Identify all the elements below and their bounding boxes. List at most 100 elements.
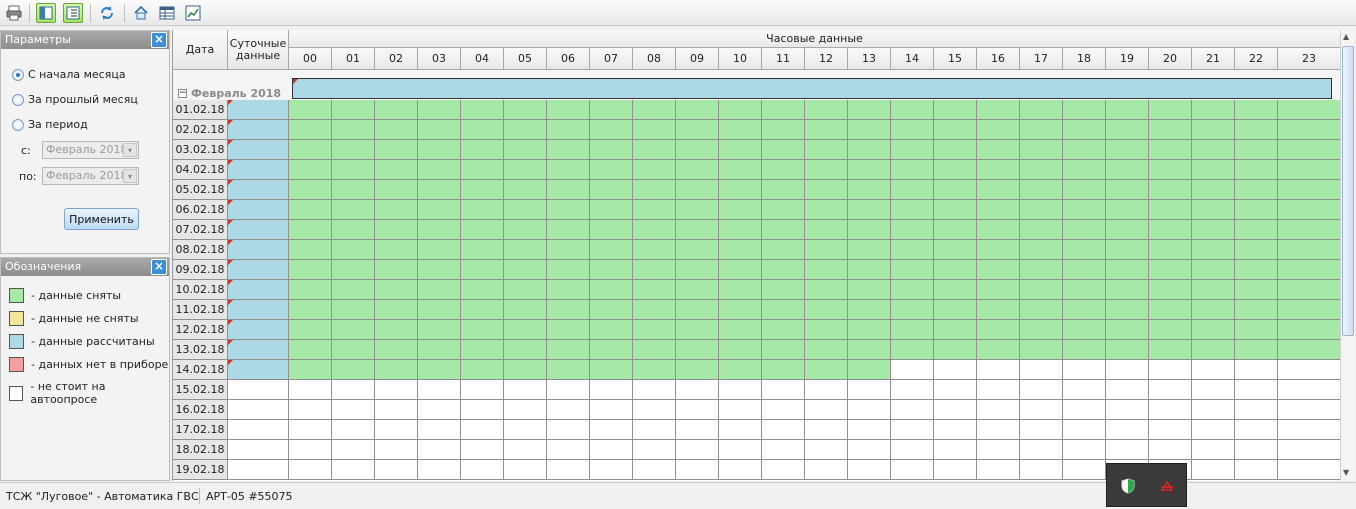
hour-cell[interactable] (461, 120, 504, 140)
radio-period[interactable]: За период (12, 118, 88, 131)
hour-cell[interactable] (977, 400, 1020, 420)
hour-cell[interactable] (719, 440, 762, 460)
hour-cell[interactable] (547, 100, 590, 120)
hour-cell[interactable] (891, 120, 934, 140)
hour-cell[interactable] (1192, 120, 1235, 140)
hour-cell[interactable] (1149, 220, 1192, 240)
hour-cell[interactable] (1278, 140, 1340, 160)
hour-cell[interactable] (934, 160, 977, 180)
hour-cell[interactable] (762, 200, 805, 220)
hour-cell[interactable] (1106, 160, 1149, 180)
hour-cell[interactable] (762, 360, 805, 380)
hour-cell[interactable] (934, 140, 977, 160)
hour-cell[interactable] (289, 120, 332, 140)
date-cell[interactable]: 12.02.18 (173, 320, 228, 340)
table-row[interactable]: 08.02.18 (173, 240, 1340, 260)
table-row[interactable]: 18.02.18 (173, 440, 1340, 460)
hour-cell[interactable] (1106, 420, 1149, 440)
hour-cell[interactable] (1020, 240, 1063, 260)
hour-cell[interactable] (1020, 220, 1063, 240)
hour-cell[interactable] (418, 300, 461, 320)
hour-cell[interactable] (461, 460, 504, 480)
hour-cell[interactable] (332, 240, 375, 260)
date-cell[interactable]: 15.02.18 (173, 380, 228, 400)
hour-cell[interactable] (1278, 200, 1340, 220)
hour-cell[interactable] (590, 360, 633, 380)
hour-cell[interactable] (1278, 100, 1340, 120)
hour-cell[interactable] (504, 380, 547, 400)
hour-cell[interactable] (762, 280, 805, 300)
hour-cell[interactable] (977, 360, 1020, 380)
hour-cell[interactable] (1278, 240, 1340, 260)
hour-cell[interactable] (1149, 340, 1192, 360)
hour-cell[interactable] (375, 260, 418, 280)
hour-cell[interactable] (676, 120, 719, 140)
hour-cell[interactable] (633, 460, 676, 480)
hour-cell[interactable] (547, 240, 590, 260)
hour-cell[interactable] (418, 320, 461, 340)
hour-cell[interactable] (934, 100, 977, 120)
hour-cell[interactable] (1278, 220, 1340, 240)
hour-cell[interactable] (934, 280, 977, 300)
hour-cell[interactable] (504, 300, 547, 320)
hour-cell[interactable] (289, 180, 332, 200)
hour-cell[interactable] (1063, 280, 1106, 300)
header-hour[interactable]: 15 (934, 48, 977, 70)
hour-cell[interactable] (1278, 380, 1340, 400)
hour-cell[interactable] (891, 440, 934, 460)
hour-cell[interactable] (633, 240, 676, 260)
hour-cell[interactable] (1192, 360, 1235, 380)
hour-cell[interactable] (547, 140, 590, 160)
hour-cell[interactable] (504, 460, 547, 480)
hour-cell[interactable] (805, 140, 848, 160)
daily-cell[interactable] (228, 380, 289, 400)
hour-cell[interactable] (547, 400, 590, 420)
hour-cell[interactable] (977, 280, 1020, 300)
hour-cell[interactable] (1063, 420, 1106, 440)
hour-cell[interactable] (1235, 180, 1278, 200)
hour-cell[interactable] (547, 160, 590, 180)
hour-cell[interactable] (848, 320, 891, 340)
hour-cell[interactable] (633, 140, 676, 160)
hour-cell[interactable] (848, 160, 891, 180)
hour-cell[interactable] (547, 420, 590, 440)
hour-cell[interactable] (934, 340, 977, 360)
hour-cell[interactable] (590, 100, 633, 120)
hour-cell[interactable] (934, 200, 977, 220)
network-icon[interactable] (1159, 478, 1175, 497)
header-hour[interactable]: 03 (418, 48, 461, 70)
hour-cell[interactable] (633, 440, 676, 460)
hour-cell[interactable] (1192, 280, 1235, 300)
hour-cell[interactable] (891, 100, 934, 120)
hour-cell[interactable] (676, 420, 719, 440)
hour-cell[interactable] (1063, 360, 1106, 380)
hour-cell[interactable] (1192, 380, 1235, 400)
hour-cell[interactable] (547, 340, 590, 360)
hour-cell[interactable] (1020, 160, 1063, 180)
hour-cell[interactable] (1278, 180, 1340, 200)
daily-cell[interactable] (228, 300, 289, 320)
hour-cell[interactable] (934, 180, 977, 200)
hour-cell[interactable] (633, 160, 676, 180)
hour-cell[interactable] (1020, 100, 1063, 120)
hour-cell[interactable] (461, 260, 504, 280)
hour-cell[interactable] (1149, 200, 1192, 220)
hour-cell[interactable] (891, 160, 934, 180)
hour-cell[interactable] (375, 400, 418, 420)
hour-cell[interactable] (762, 460, 805, 480)
hour-cell[interactable] (1106, 280, 1149, 300)
hour-cell[interactable] (719, 380, 762, 400)
hour-cell[interactable] (461, 220, 504, 240)
hour-cell[interactable] (891, 180, 934, 200)
hour-cell[interactable] (805, 260, 848, 280)
print-icon[interactable] (4, 3, 24, 23)
hour-cell[interactable] (762, 320, 805, 340)
hour-cell[interactable] (375, 340, 418, 360)
hour-cell[interactable] (1278, 160, 1340, 180)
hour-cell[interactable] (1063, 220, 1106, 240)
hour-cell[interactable] (1063, 320, 1106, 340)
hour-cell[interactable] (762, 400, 805, 420)
hour-cell[interactable] (848, 280, 891, 300)
hour-cell[interactable] (934, 220, 977, 240)
hour-cell[interactable] (461, 360, 504, 380)
